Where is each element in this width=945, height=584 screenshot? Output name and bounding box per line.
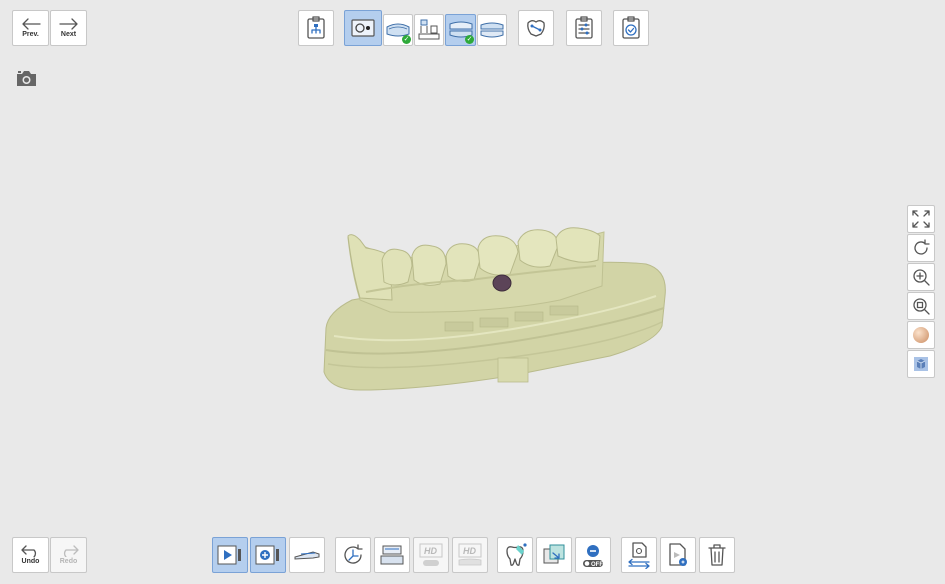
- expand-icon: [912, 210, 930, 228]
- undo-label: Undo: [21, 558, 40, 565]
- die-icon: [418, 19, 440, 40]
- redo-button[interactable]: Redo: [50, 537, 87, 573]
- next-label: Next: [60, 31, 77, 38]
- delete-button[interactable]: [699, 537, 735, 573]
- scan-stage-icon: [351, 19, 375, 37]
- trim-button[interactable]: [374, 537, 410, 573]
- margin-tool-button[interactable]: [518, 10, 554, 46]
- trim-icon: [380, 545, 404, 565]
- redo-label: Redo: [59, 558, 78, 565]
- transfer-settings-button[interactable]: [621, 537, 657, 573]
- file-swap-icon: [628, 542, 650, 569]
- redo-icon: [63, 545, 79, 557]
- arch-top-icon: [480, 22, 504, 38]
- trash-icon: [708, 544, 726, 566]
- sphere-icon: [913, 327, 929, 343]
- clipboard-check-icon: [622, 16, 640, 39]
- zoom-fit-button[interactable]: [907, 292, 935, 320]
- add-scan-icon: [255, 545, 279, 565]
- rotate-icon: [914, 239, 930, 255]
- sliders-icon: [575, 16, 593, 39]
- settings-button[interactable]: [566, 10, 602, 46]
- zoom-in-button[interactable]: [907, 263, 935, 291]
- clipboard-flow-icon: [307, 16, 325, 39]
- occlusion-scan-stage-button[interactable]: ✓: [445, 14, 476, 46]
- mandible-scan-stage-button[interactable]: ✓: [383, 14, 413, 46]
- region-icon: [543, 544, 565, 564]
- next-button[interactable]: Next: [50, 10, 87, 46]
- hd-off-button[interactable]: HD: [413, 537, 449, 573]
- margin-icon: [527, 20, 545, 37]
- die-scan-stage-button[interactable]: [414, 14, 444, 46]
- start-scan-button[interactable]: [212, 537, 248, 573]
- delete-off-button[interactable]: OFF: [575, 537, 611, 573]
- tooth-mode-button[interactable]: [497, 537, 533, 573]
- prev-button[interactable]: Prev.: [12, 10, 49, 46]
- minus-off-icon: OFF: [583, 545, 603, 568]
- order-info-button[interactable]: [298, 10, 334, 46]
- complete-button[interactable]: [613, 10, 649, 46]
- alignment-stage-button[interactable]: [477, 14, 507, 46]
- hd-off-icon: HD: [419, 543, 443, 566]
- tooth-icon: [506, 543, 527, 566]
- viewport[interactable]: [90, 60, 890, 520]
- file-edit-button[interactable]: [660, 537, 696, 573]
- rotate-axis-icon: [344, 544, 363, 564]
- svg-text:HD: HD: [463, 546, 476, 556]
- scan-marker: [492, 274, 512, 292]
- hd-arch-button[interactable]: HD: [452, 537, 488, 573]
- maxilla-scan-stage-button[interactable]: [344, 10, 382, 46]
- arrow-left-icon: [21, 18, 41, 30]
- svg-text:HD: HD: [424, 546, 437, 556]
- region-button[interactable]: [536, 537, 572, 573]
- view-cube-button[interactable]: [907, 350, 935, 378]
- texture-button[interactable]: [907, 321, 935, 349]
- rotate-view-button[interactable]: [907, 234, 935, 262]
- cube-icon: [914, 357, 928, 371]
- zoom-fit-icon: [913, 298, 930, 315]
- undo-button[interactable]: Undo: [12, 537, 49, 573]
- done-check-icon: ✓: [465, 35, 474, 44]
- fit-view-button[interactable]: [907, 205, 935, 233]
- rescan-button[interactable]: [335, 537, 371, 573]
- scan-area-button[interactable]: [289, 537, 325, 573]
- scan-area-icon: [294, 551, 320, 560]
- prev-label: Prev.: [22, 31, 39, 38]
- play-icon: [217, 545, 241, 565]
- zoom-in-icon: [913, 269, 930, 286]
- undo-icon: [20, 545, 36, 557]
- arrow-right-icon: [58, 18, 78, 30]
- hd-arch-icon: HD: [458, 543, 482, 566]
- done-check-icon: ✓: [402, 35, 411, 44]
- add-scan-button[interactable]: [250, 537, 286, 573]
- camera-icon: [17, 71, 36, 86]
- svg-text:OFF: OFF: [591, 562, 603, 568]
- dental-cast-model[interactable]: [90, 60, 890, 520]
- file-edit-icon: [669, 543, 687, 566]
- screenshot-button[interactable]: [15, 69, 38, 88]
